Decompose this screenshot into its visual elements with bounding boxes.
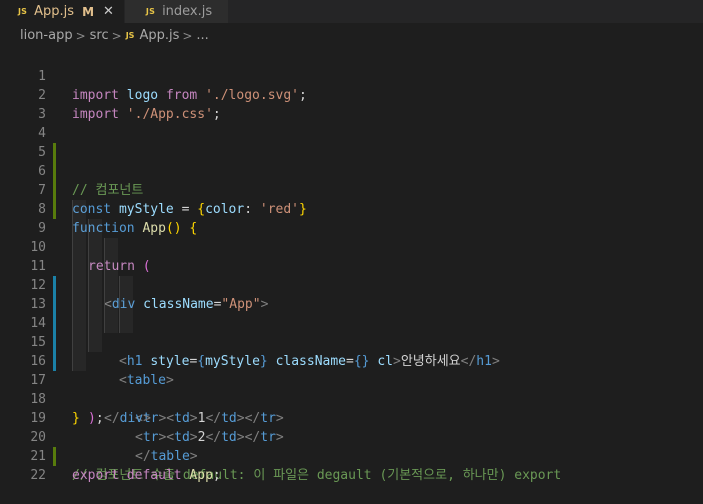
indent-guide xyxy=(88,257,102,276)
code-line[interactable]: 14 <tr><td>2</td></tr> xyxy=(0,295,703,445)
indent-guide xyxy=(72,276,86,295)
tab-label: App.js xyxy=(34,4,75,19)
code-line[interactable]: 13 <tr><td>1</td></tr> xyxy=(0,276,703,426)
indent-guide xyxy=(72,314,86,333)
indent-guide xyxy=(88,314,102,333)
chevron-right-icon: > xyxy=(182,28,193,43)
indent-guide xyxy=(72,200,86,219)
indent-guide xyxy=(104,295,118,314)
indent-guide xyxy=(119,295,133,314)
code-line[interactable]: 16 </div> xyxy=(0,333,703,426)
breadcrumb-item-more[interactable]: ... xyxy=(196,28,208,43)
javascript-file-icon: JS xyxy=(18,7,28,16)
indent-guide xyxy=(104,314,118,333)
indent-guide xyxy=(88,333,102,352)
code-line[interactable]: 4 xyxy=(0,105,703,162)
code-line[interactable]: 3 xyxy=(0,86,703,122)
code-line[interactable]: 22 xyxy=(0,447,703,483)
code-line[interactable]: 10 <div className="App"> xyxy=(0,219,703,312)
code-line[interactable]: 19 xyxy=(0,390,703,426)
javascript-file-icon: JS xyxy=(125,31,135,40)
token: App xyxy=(189,468,213,483)
indent-guide xyxy=(72,352,86,371)
indent-guide xyxy=(119,314,133,333)
tab-index-js[interactable]: JS index.js xyxy=(124,0,229,23)
indent-guide xyxy=(72,333,86,352)
code-line[interactable]: 18 } xyxy=(0,371,703,426)
indent-guide xyxy=(72,238,86,257)
code-line[interactable]: 21 export default App; xyxy=(0,428,703,483)
chevron-right-icon: > xyxy=(111,28,122,43)
line-number: 22 xyxy=(30,468,46,483)
indent-guide xyxy=(88,238,102,257)
indent-guide xyxy=(88,219,102,238)
breadcrumb-item-lion-app[interactable]: lion-app xyxy=(20,28,73,43)
indent-guide xyxy=(104,276,118,295)
tab-bar: JS App.js M ✕ JS index.js xyxy=(0,0,703,23)
breadcrumb-item-app-js[interactable]: App.js xyxy=(139,28,179,43)
token: export xyxy=(72,468,119,483)
indent-guide xyxy=(119,276,133,295)
code-line[interactable]: 17 ); xyxy=(0,352,703,426)
code-line[interactable]: 6 const myStyle = {color: 'red'} xyxy=(0,143,703,217)
tab-label: index.js xyxy=(162,4,213,19)
javascript-file-icon: JS xyxy=(145,7,156,16)
indent-guide xyxy=(88,295,102,314)
indent-guide xyxy=(104,257,118,276)
token: ; xyxy=(212,468,221,483)
close-icon[interactable]: ✕ xyxy=(103,4,114,19)
code-line[interactable]: 20 // 컴포넌트 수출 default: 이 파일은 degault (기본… xyxy=(0,409,703,483)
code-line[interactable]: 2 import './App.css'; xyxy=(0,67,703,122)
line-code: export default App; xyxy=(72,466,221,485)
code-line[interactable]: 8 function App() { xyxy=(0,181,703,236)
code-line[interactable]: 12 <table> xyxy=(0,257,703,388)
breadcrumb: lion-app > src > JS App.js > ... xyxy=(0,23,703,48)
chevron-right-icon: > xyxy=(75,28,86,43)
code-editor[interactable]: 1 import logo from './logo.svg'; 2 impor… xyxy=(0,48,703,483)
tab-app-js[interactable]: JS App.js M ✕ xyxy=(0,0,125,23)
modified-badge: M xyxy=(82,4,95,19)
indent-guide xyxy=(104,238,118,257)
indent-guide xyxy=(88,276,102,295)
breadcrumb-item-src[interactable]: src xyxy=(90,28,109,43)
code-line[interactable]: 15 </table> xyxy=(0,314,703,464)
token: default xyxy=(126,468,182,483)
indent-guide xyxy=(72,219,86,238)
code-line[interactable]: 11 <h1 style={myStyle} className={} cl>안… xyxy=(0,238,703,369)
code-line[interactable]: 7 xyxy=(0,162,703,219)
code-line[interactable]: 9 return ( xyxy=(0,200,703,274)
indent-guide xyxy=(72,295,86,314)
indent-guide xyxy=(72,257,86,276)
code-line[interactable]: 1 import logo from './logo.svg'; xyxy=(0,48,703,103)
code-line[interactable]: 5 // 컴포넌트 xyxy=(0,124,703,198)
